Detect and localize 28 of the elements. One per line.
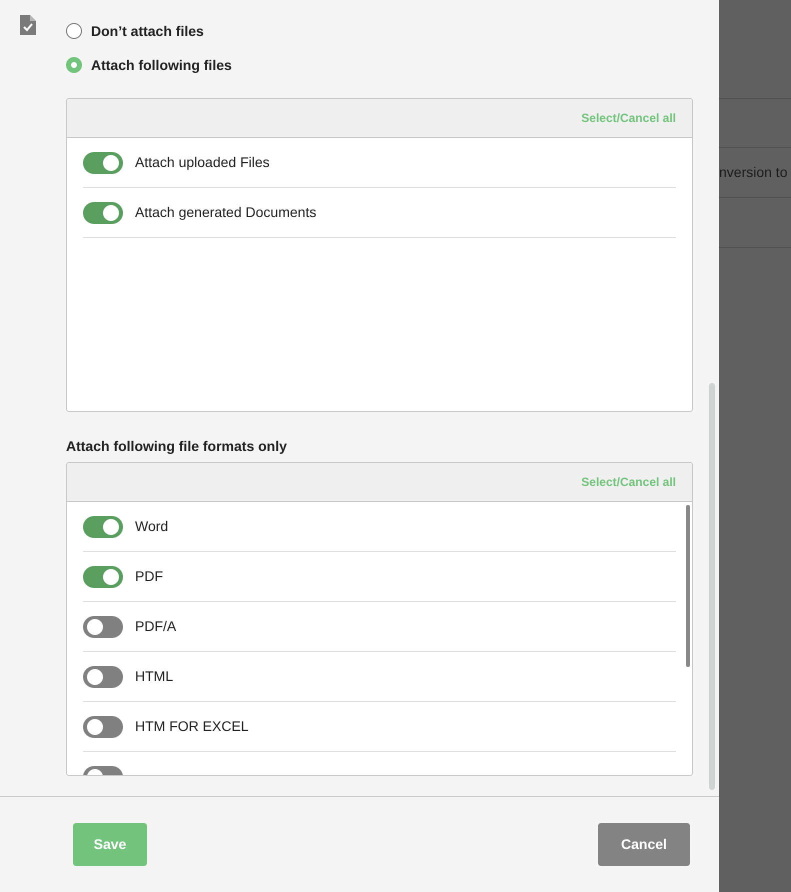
document-check-icon — [20, 15, 36, 36]
toggle-label: HTML — [135, 667, 174, 686]
toggle-switch[interactable] — [83, 202, 123, 224]
radio-label: Don’t attach files — [91, 22, 204, 40]
toggle-label: Attach uploaded Files — [135, 153, 270, 172]
toggle-switch[interactable] — [83, 666, 123, 688]
scrollbar-thumb[interactable] — [709, 383, 715, 790]
radio-button[interactable] — [66, 23, 82, 39]
toggle-label: HTM FOR EXCEL — [135, 717, 249, 736]
toggle-switch[interactable] — [83, 616, 123, 638]
background-text: nversion to — [719, 163, 788, 182]
select-all-link[interactable]: Select/Cancel all — [581, 109, 676, 127]
radio-button[interactable] — [66, 57, 82, 73]
toggle-switch[interactable] — [83, 152, 123, 174]
toggle-label: PDF/A — [135, 617, 176, 636]
select-all-link[interactable]: Select/Cancel all — [581, 473, 676, 491]
toggle-label: Attach generated Documents — [135, 203, 316, 222]
save-button[interactable]: Save — [73, 823, 147, 866]
radio-label: Attach following files — [91, 56, 232, 75]
toggle-label: Word — [135, 517, 168, 536]
table-row — [719, 98, 791, 148]
toggle-switch[interactable] — [83, 516, 123, 538]
toggle-switch[interactable] — [83, 716, 123, 738]
section-title: Attach following file formats only — [66, 437, 288, 456]
toggle-switch[interactable] — [83, 566, 123, 588]
scrollbar-thumb[interactable] — [686, 505, 690, 667]
toggle-label: PDF — [135, 567, 163, 586]
cancel-button[interactable]: Cancel — [598, 823, 690, 866]
